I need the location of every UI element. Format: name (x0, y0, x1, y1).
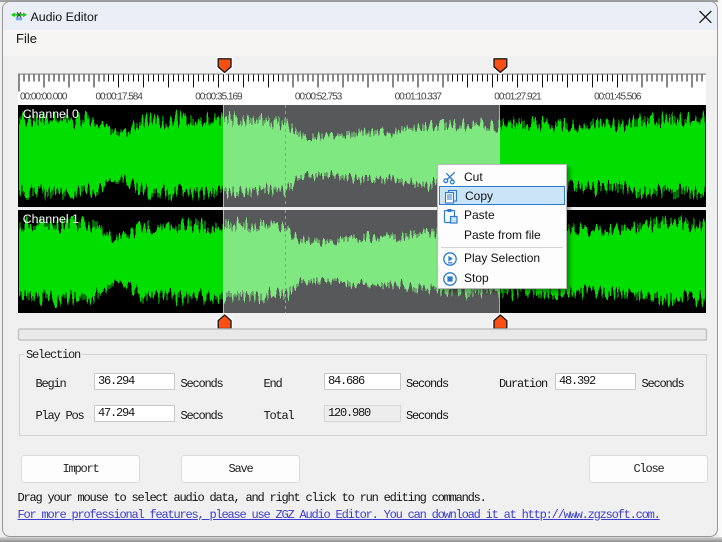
svg-text:00:01:10.337: 00:01:10.337 (395, 91, 443, 102)
svg-text:00:00:35.169: 00:00:35.169 (195, 91, 243, 102)
svg-text:00:01:27.921: 00:01:27.921 (494, 91, 542, 102)
svg-text:00:00:52.753: 00:00:52.753 (295, 91, 343, 102)
svg-text:Channel 1: Channel 1 (23, 212, 79, 226)
svg-text:00:01:45.506: 00:01:45.506 (594, 91, 642, 102)
svg-text:Channel 0: Channel 0 (23, 107, 79, 121)
svg-text:00:00:00.000: 00:00:00.000 (20, 91, 68, 102)
svg-text:00:00:17.584: 00:00:17.584 (96, 91, 144, 102)
